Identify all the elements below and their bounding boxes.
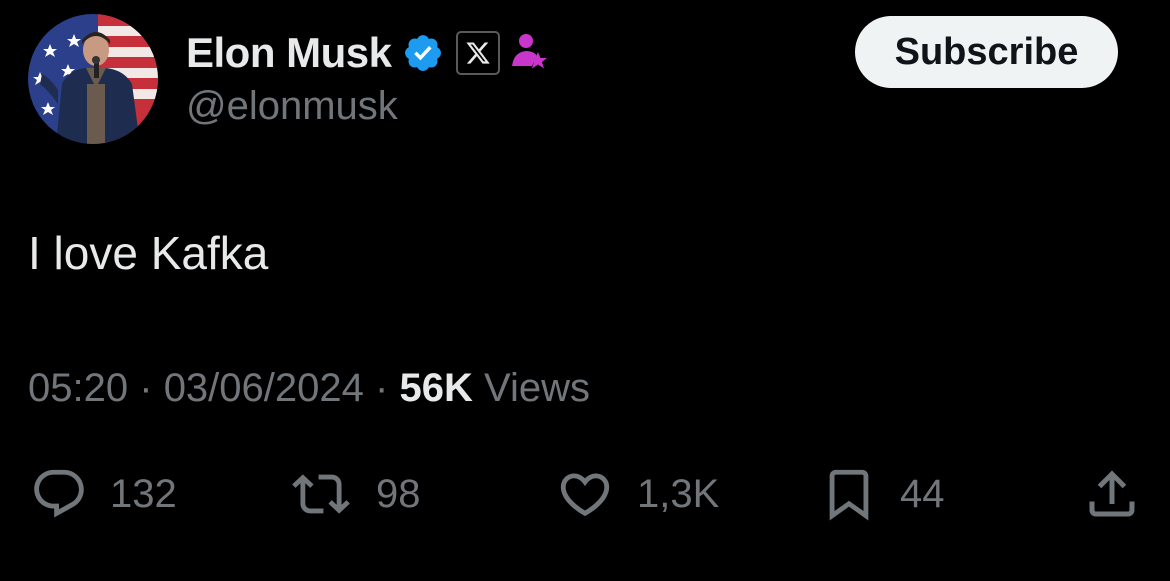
author-name-row: Elon Musk	[186, 28, 548, 78]
tweet-meta: 05:20 · 03/06/2024 · 56K Views	[28, 366, 590, 411]
repost-icon	[292, 474, 350, 514]
verified-badge-icon[interactable]	[402, 32, 444, 74]
like-count: 1,3K	[637, 471, 720, 516]
subscribe-button[interactable]: Subscribe	[855, 16, 1118, 88]
heart-icon	[560, 473, 610, 517]
reply-icon	[34, 469, 84, 518]
avatar[interactable]	[28, 14, 158, 144]
tweet-time[interactable]: 05:20	[28, 366, 128, 410]
repost-button[interactable]: 98	[288, 462, 421, 526]
bookmark-icon	[829, 469, 869, 521]
avatar-image	[28, 14, 158, 144]
repost-count: 98	[376, 471, 421, 516]
subscriber-star-icon[interactable]	[510, 32, 548, 74]
meta-separator: ·	[375, 366, 389, 410]
reply-count: 132	[110, 471, 177, 516]
bookmark-count: 44	[900, 471, 945, 516]
tweet-date[interactable]: 03/06/2024	[164, 366, 364, 410]
tweet-text: I love Kafka	[28, 227, 269, 279]
action-bar: 132 98 1,3K 44	[0, 462, 1170, 526]
views-count[interactable]: 56K	[399, 366, 472, 410]
reply-button[interactable]: 132	[30, 462, 177, 526]
meta-separator: ·	[139, 366, 153, 410]
display-name[interactable]: Elon Musk	[186, 29, 392, 77]
share-icon	[1089, 470, 1135, 517]
x-logo-icon[interactable]	[455, 31, 500, 75]
like-button[interactable]: 1,3K	[555, 462, 719, 526]
share-button[interactable]	[1082, 462, 1142, 526]
views-label: Views	[483, 366, 590, 410]
bookmark-button[interactable]: 44	[820, 462, 945, 526]
author-handle[interactable]: @elonmusk	[186, 84, 398, 129]
